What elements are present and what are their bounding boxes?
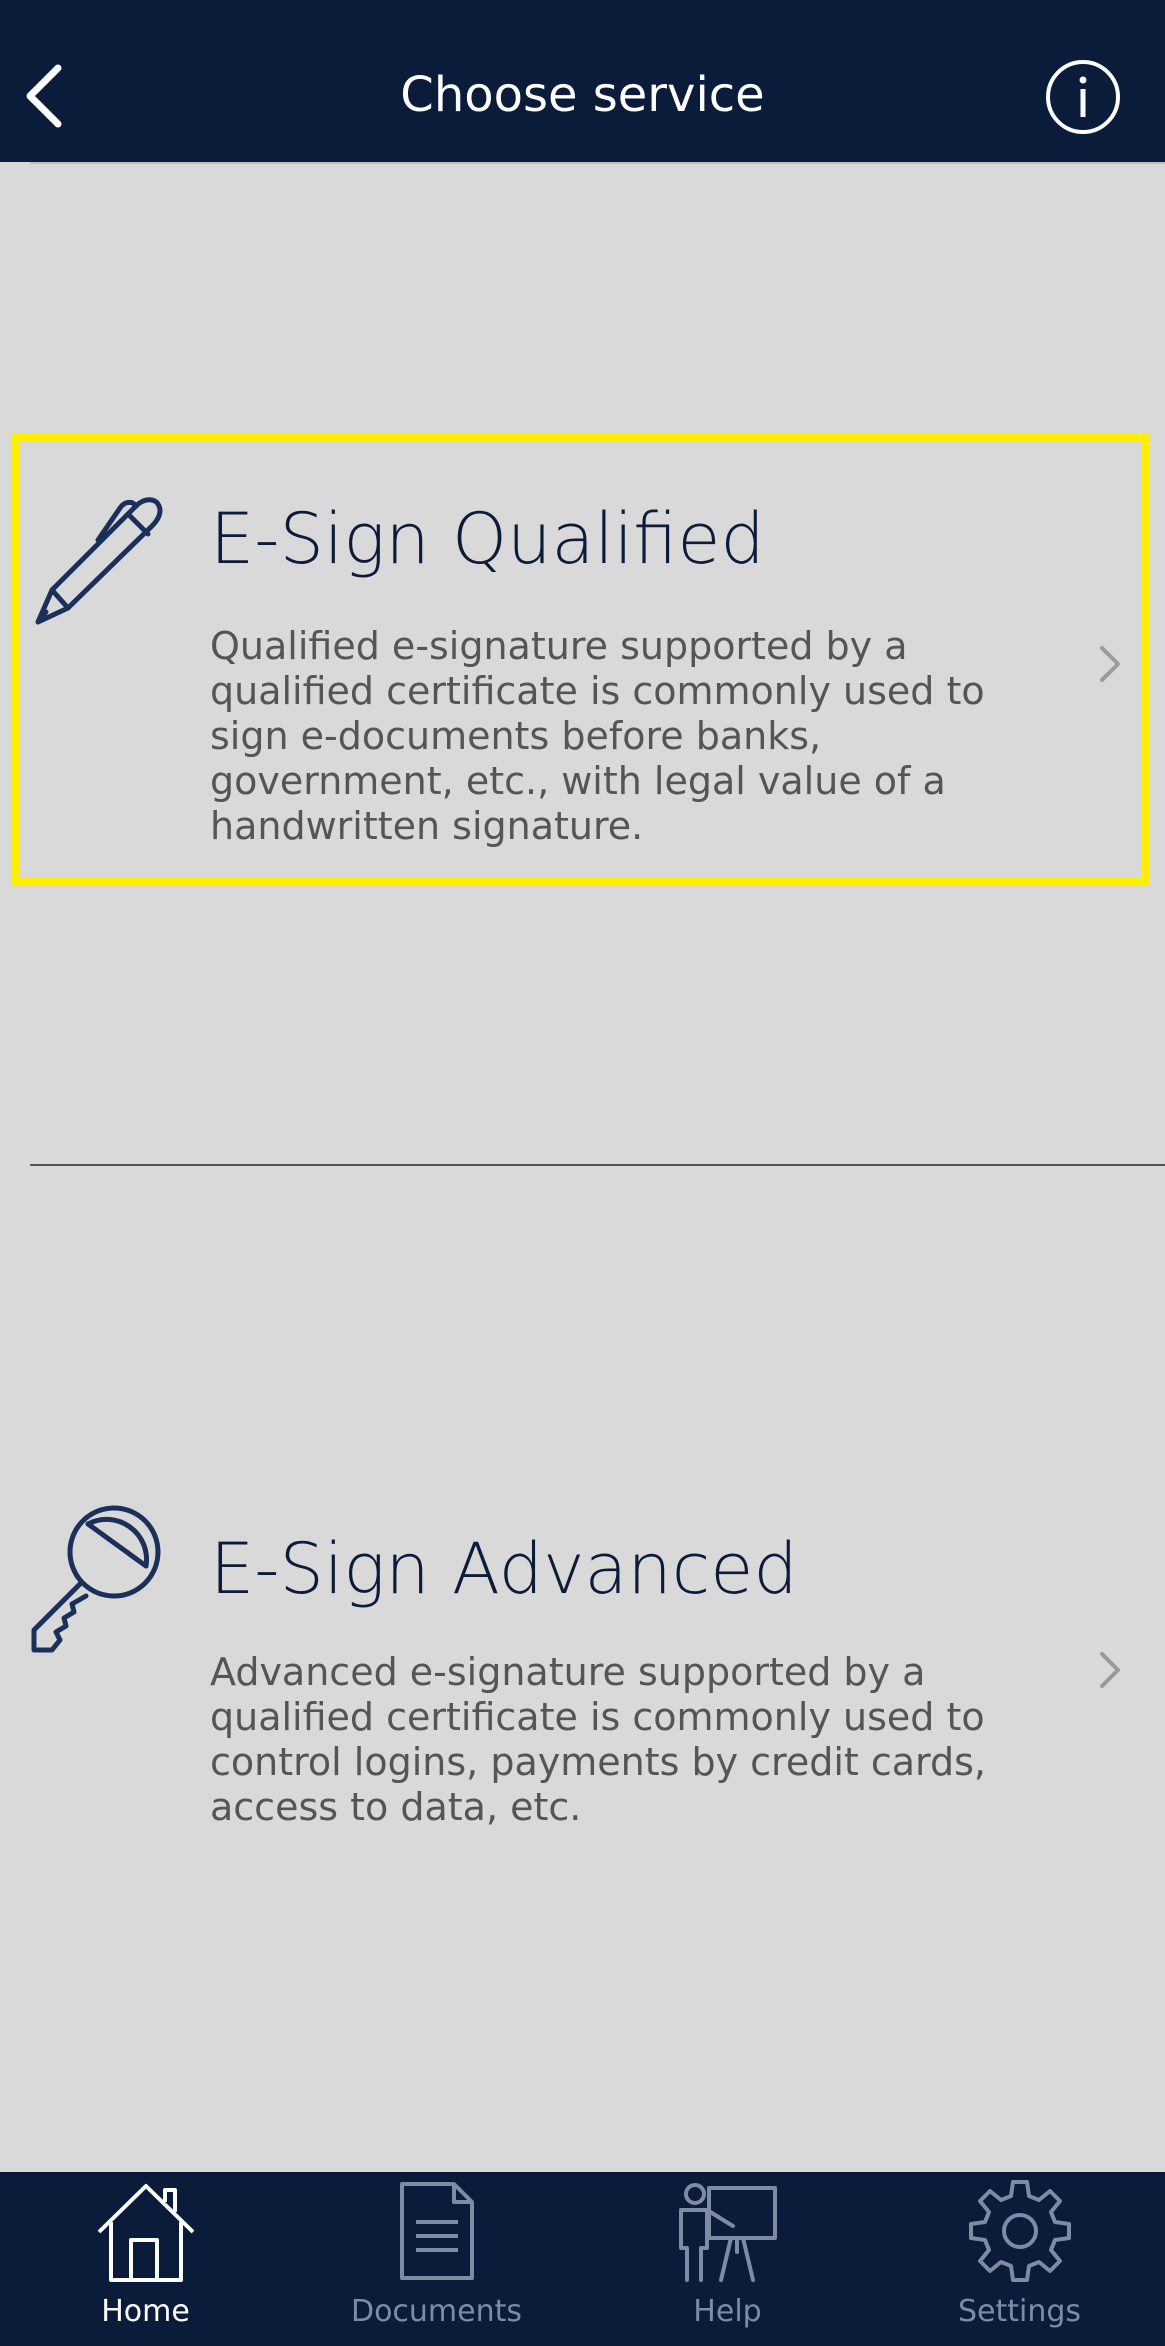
chevron-right-icon [1090,1640,1130,1700]
tab-label: Settings [957,2294,1082,2329]
service-title: E-Sign Advanced [210,1528,798,1610]
home-icon [97,2184,194,2282]
tab-documents[interactable]: Documents [291,2172,582,2346]
presenter-icon [678,2183,777,2282]
key-icon [28,1500,168,1660]
service-title: E-Sign Qualified [210,498,765,580]
tab-label: Home [101,2294,190,2329]
info-icon [1046,60,1120,134]
page-title: Choose service [400,67,765,123]
tab-settings[interactable]: Settings [874,2172,1165,2346]
chevron-right-icon [1090,634,1130,694]
service-divider [30,1164,1165,1166]
header-divider [30,162,1165,164]
service-description: Advanced e-signature supported by a qual… [210,1650,987,1829]
info-button[interactable] [1044,58,1122,136]
tab-label: Documents [350,2294,523,2329]
gear-icon [968,2180,1071,2282]
tab-label: Help [693,2294,762,2329]
document-icon [399,2182,474,2280]
service-e-sign-qualified[interactable]: E-Sign Qualified Qualified e-signature s… [0,434,1165,898]
top-bar: Choose service [0,0,1165,162]
tab-home[interactable]: Home [0,2172,291,2346]
service-e-sign-advanced[interactable]: E-Sign Advanced Advanced e-signature sup… [0,1440,1165,1880]
bottom-tab-bar: Home Documents Help Settings [0,2172,1165,2346]
pen-icon [28,480,168,640]
service-description: Qualified e-signature supported by a qua… [210,624,985,848]
tab-help[interactable]: Help [582,2172,873,2346]
